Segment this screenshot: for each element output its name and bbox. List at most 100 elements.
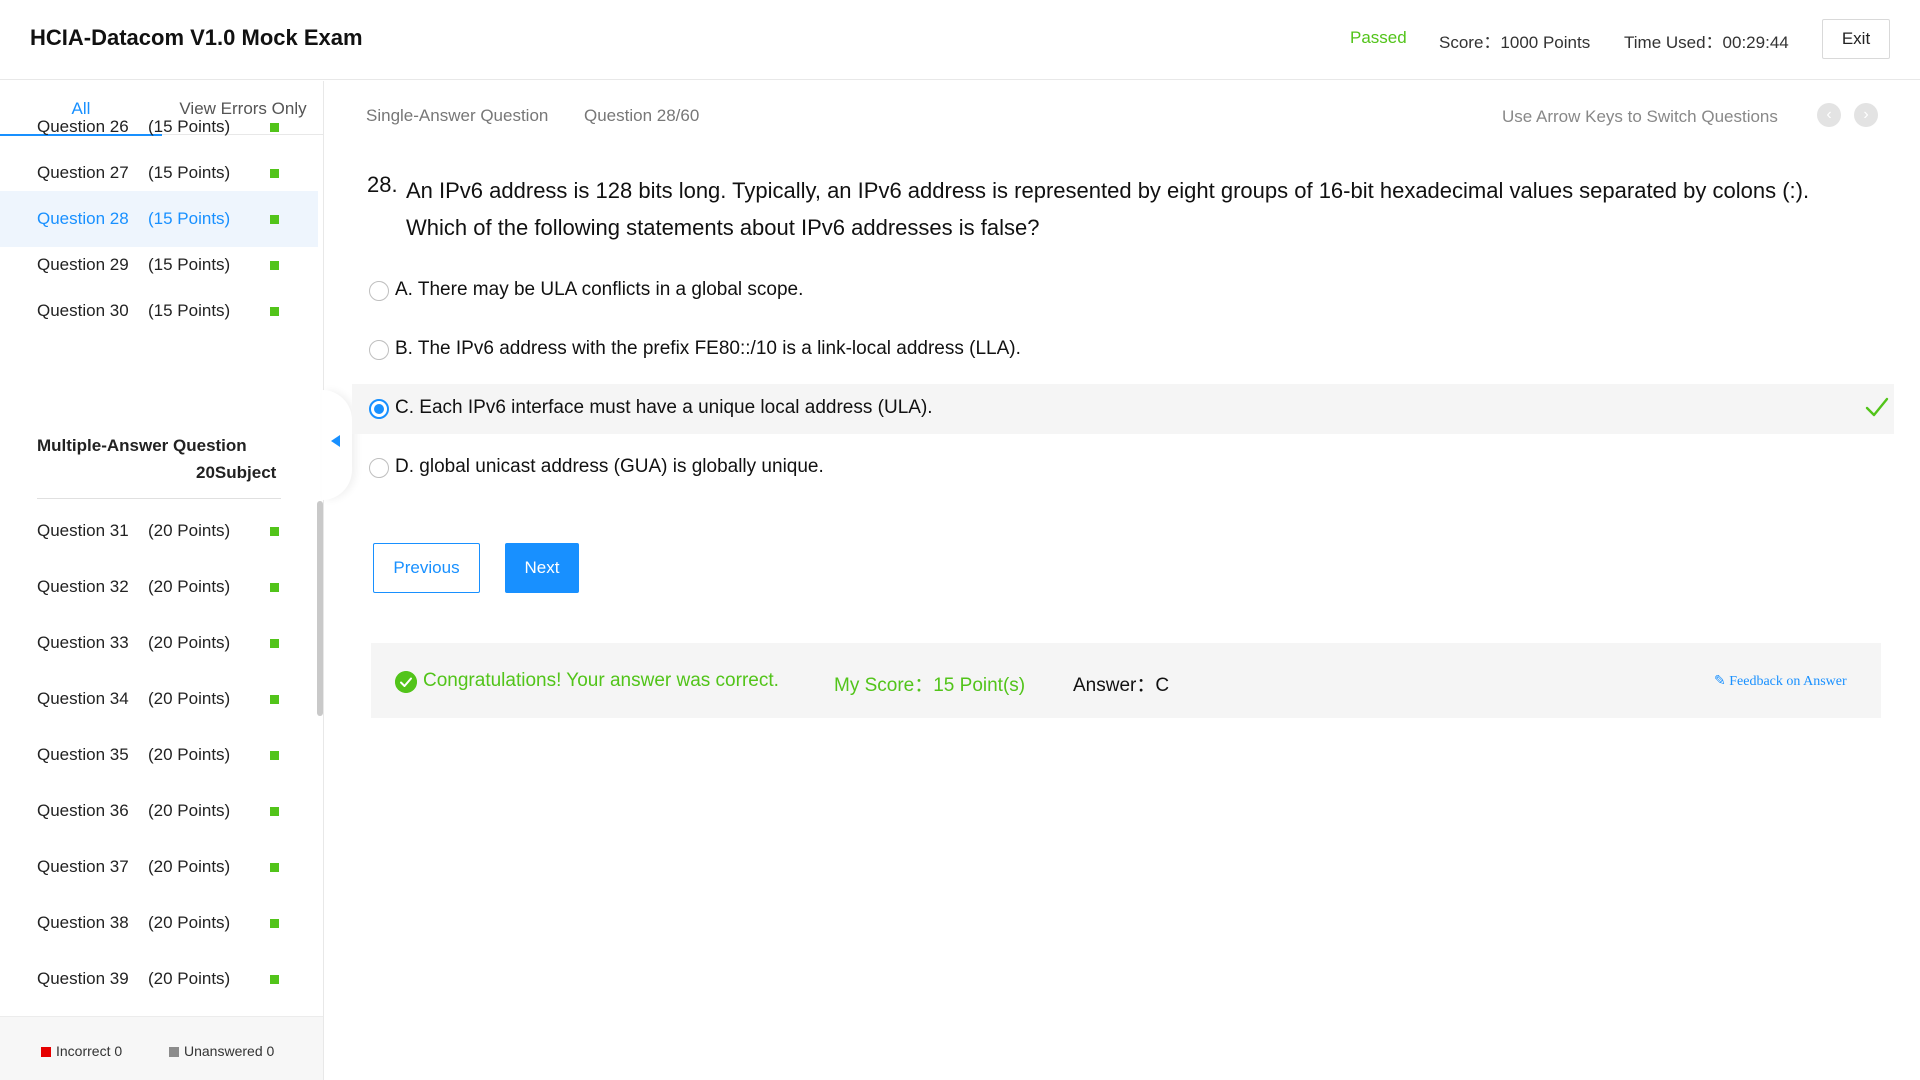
question-label: Question 38 (37, 913, 129, 932)
question-type: Single-Answer Question (366, 106, 549, 125)
section-divider (37, 498, 281, 499)
question-label: Question 30 (37, 301, 129, 320)
arrow-keys-hint: Use Arrow Keys to Switch Questions (1502, 107, 1778, 126)
question-points: (20 Points) (148, 745, 231, 764)
option-d[interactable]: D. global unicast address (GUA) is globa… (352, 443, 1894, 493)
correct-status-icon (270, 863, 279, 872)
question-points: (15 Points) (148, 163, 231, 182)
sidebar-scrollbar[interactable] (317, 501, 323, 716)
success-check-icon (395, 671, 417, 693)
correct-status-icon (270, 123, 279, 132)
next-question-icon[interactable]: › (1854, 103, 1878, 127)
correct-status-icon (270, 527, 279, 536)
sidebar-item-question-37[interactable]: Question 37 (20 Points) (0, 839, 318, 895)
question-label: Question 34 (37, 689, 129, 708)
question-points: (20 Points) (148, 801, 231, 820)
pass-status: Passed (1350, 28, 1407, 47)
legend-incorrect-label: Incorrect 0 (56, 1043, 123, 1059)
status-legend: Incorrect 0 Unanswered 0 (0, 1016, 323, 1080)
sidebar-item-question-35[interactable]: Question 35 (20 Points) (0, 727, 318, 783)
section-title: Multiple-Answer Question (37, 436, 247, 455)
question-points: (20 Points) (148, 857, 231, 876)
exit-button[interactable]: Exit (1822, 19, 1890, 59)
sidebar-item-question-39[interactable]: Question 39 (20 Points) (0, 951, 318, 1007)
question-number: 28. (367, 172, 398, 197)
sidebar-item-question-33[interactable]: Question 33 (20 Points) (0, 615, 318, 671)
sidebar-collapse-toggle[interactable] (322, 390, 352, 500)
collapse-arrow-icon (331, 435, 340, 447)
question-points: (20 Points) (148, 633, 231, 652)
radio-c[interactable] (369, 399, 389, 419)
time-used: Time Used：00:29:44 (1624, 33, 1789, 52)
question-label: Question 33 (37, 633, 129, 652)
option-a-label: A. There may be ULA conflicts in a globa… (395, 279, 804, 300)
sidebar-item-question-32[interactable]: Question 32 (20 Points) (0, 559, 318, 615)
question-label: Question 26 (37, 117, 129, 136)
question-label: Question 32 (37, 577, 129, 596)
correct-status-icon (270, 975, 279, 984)
correct-status-icon (270, 751, 279, 760)
correct-status-icon (270, 215, 279, 224)
question-points: (20 Points) (148, 577, 231, 596)
correct-status-icon (270, 583, 279, 592)
correct-status-icon (270, 807, 279, 816)
question-label: Question 35 (37, 745, 129, 764)
exam-header: HCIA-Datacom V1.0 Mock Exam Passed Score… (0, 0, 1920, 80)
next-button[interactable]: Next (505, 543, 579, 593)
sidebar-item-question-38[interactable]: Question 38 (20 Points) (0, 895, 318, 951)
sidebar-item-question-31[interactable]: Question 31 (20 Points) (0, 503, 318, 559)
feedback-link[interactable]: ✎ Feedback on Answer (1714, 673, 1847, 690)
correct-status-icon (270, 919, 279, 928)
legend-unanswered-label: Unanswered 0 (184, 1043, 275, 1059)
question-label: Question 37 (37, 857, 129, 876)
feedback-label: Feedback on Answer (1729, 674, 1847, 689)
result-message: Congratulations! Your answer was correct… (423, 670, 779, 691)
option-a[interactable]: A. There may be ULA conflicts in a globa… (352, 266, 1894, 316)
option-b-label: B. The IPv6 address with the prefix FE80… (395, 338, 1021, 359)
section-subtitle: 20Subject (196, 463, 277, 482)
question-points: (20 Points) (148, 969, 231, 988)
radio-a[interactable] (369, 281, 389, 301)
previous-question-icon[interactable]: ‹ (1817, 103, 1841, 127)
question-label: Question 31 (37, 521, 129, 540)
total-score: Score：1000 Points (1439, 33, 1591, 52)
feedback-edit-icon: ✎ (1714, 674, 1726, 689)
previous-button[interactable]: Previous (373, 543, 480, 593)
incorrect-square-icon (41, 1047, 51, 1057)
sidebar-item-question-36[interactable]: Question 36 (20 Points) (0, 783, 318, 839)
exam-title: HCIA-Datacom V1.0 Mock Exam (30, 25, 363, 50)
option-c[interactable]: C. Each IPv6 interface must have a uniqu… (352, 384, 1894, 434)
question-points: (20 Points) (148, 689, 231, 708)
correct-status-icon (270, 261, 279, 270)
question-points: (15 Points) (148, 209, 231, 228)
question-points: (15 Points) (148, 301, 231, 320)
question-points: (20 Points) (148, 521, 231, 540)
radio-b[interactable] (369, 340, 389, 360)
check-icon (1865, 397, 1889, 417)
legend-unanswered: Unanswered 0 (169, 1043, 274, 1059)
sidebar-item-question-34[interactable]: Question 34 (20 Points) (0, 671, 318, 727)
question-points: (15 Points) (148, 255, 231, 274)
unanswered-square-icon (169, 1047, 179, 1057)
my-score: My Score：15 Point(s) (834, 675, 1026, 696)
correct-answer: Answer：C (1073, 675, 1170, 696)
question-label: Question 36 (37, 801, 129, 820)
question-label: Question 29 (37, 255, 129, 274)
correct-status-icon (270, 169, 279, 178)
sidebar-item-question-30[interactable]: Question 30 (15 Points) (0, 283, 318, 339)
correct-status-icon (270, 307, 279, 316)
radio-d[interactable] (369, 458, 389, 478)
question-points: (15 Points) (148, 117, 231, 136)
question-progress: Question 28/60 (584, 106, 700, 125)
question-text: An IPv6 address is 128 bits long. Typica… (406, 178, 1810, 240)
question-points: (20 Points) (148, 913, 231, 932)
correct-status-icon (270, 695, 279, 704)
result-panel: Congratulations! Your answer was correct… (371, 643, 1881, 718)
question-label: Question 27 (37, 163, 129, 182)
question-sidebar: All View Errors Only Question 26 (15 Poi… (0, 81, 324, 1080)
question-label: Question 28 (37, 209, 129, 228)
option-c-label: C. Each IPv6 interface must have a uniqu… (395, 397, 933, 418)
legend-incorrect: Incorrect 0 (41, 1043, 122, 1059)
option-b[interactable]: B. The IPv6 address with the prefix FE80… (352, 325, 1894, 375)
correct-status-icon (270, 639, 279, 648)
